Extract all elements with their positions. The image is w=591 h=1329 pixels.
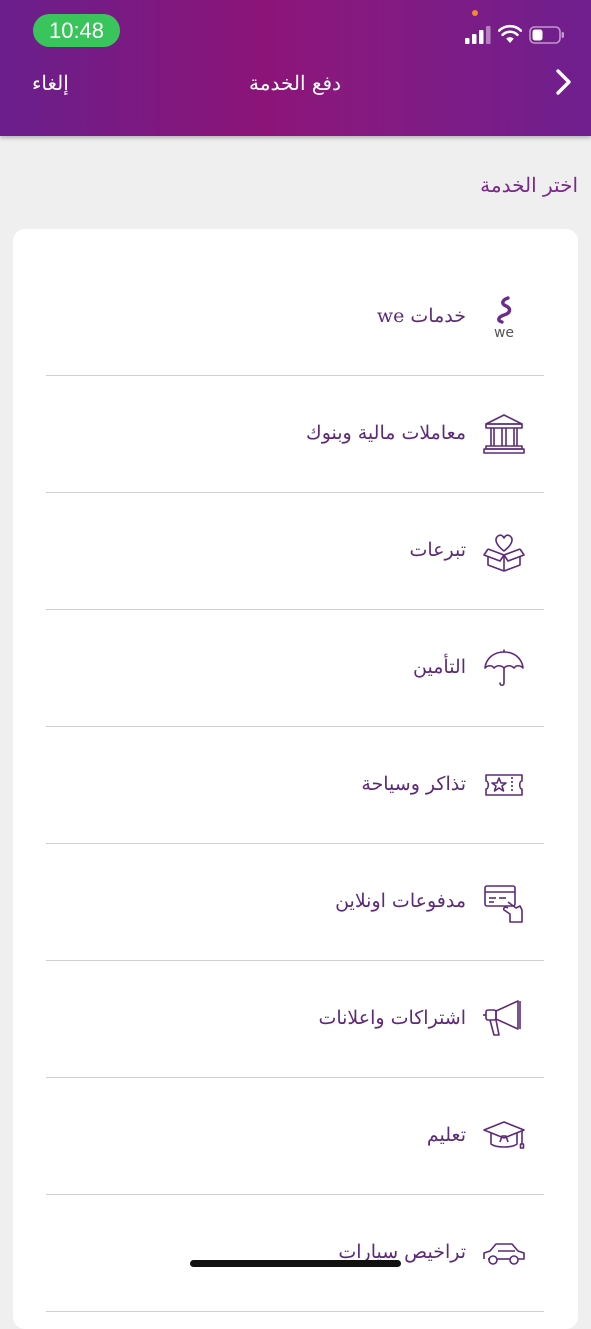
home-indicator <box>190 1260 401 1267</box>
car-icon <box>483 1243 525 1265</box>
service-item-insurance[interactable]: التأمين <box>46 610 544 727</box>
ticket-icon <box>485 774 523 796</box>
wifi-icon <box>498 24 522 43</box>
service-item-online-payments[interactable]: مدفوعات اونلاين <box>46 844 544 961</box>
we-logo-icon: we <box>494 296 514 339</box>
status-time: 10:48 <box>33 14 120 47</box>
service-label: معاملات مالية وبنوك <box>306 422 466 444</box>
services-list: we خدمات we معاملات مالية وبنوك تبرعات ا… <box>46 259 544 1312</box>
service-item-subscriptions[interactable]: اشتراكات واعلانات <box>46 961 544 1078</box>
service-label: خدمات we <box>376 305 466 327</box>
chevron-right-icon[interactable] <box>548 66 578 98</box>
svg-text:we: we <box>494 325 514 339</box>
cancel-button[interactable]: إلغاء <box>32 70 69 96</box>
app-header: 10:48 إلغاء دفع الخدمة <box>0 0 591 136</box>
card-payment-icon <box>484 885 523 923</box>
status-bar: 10:48 <box>0 0 591 60</box>
page-title: دفع الخدمة <box>249 71 341 95</box>
section-label: اختر الخدمة <box>480 173 578 197</box>
service-item-tickets[interactable]: تذاكر وسياحة <box>46 727 544 844</box>
service-item-car-licenses[interactable]: تراخيص سيارات <box>46 1195 544 1312</box>
privacy-indicator-dot <box>472 10 478 16</box>
megaphone-icon <box>483 1000 521 1036</box>
umbrella-icon <box>484 649 524 687</box>
services-card: we خدمات we معاملات مالية وبنوك تبرعات ا… <box>13 229 578 1329</box>
battery-icon <box>529 26 564 44</box>
service-label: اشتراكات واعلانات <box>318 1007 466 1029</box>
service-label: التأمين <box>413 656 466 678</box>
service-item-education[interactable]: تعليم <box>46 1078 544 1195</box>
service-item-donations[interactable]: تبرعات <box>46 493 544 610</box>
bank-icon <box>483 414 525 454</box>
service-item-we[interactable]: we خدمات we <box>46 259 544 376</box>
graduation-cap-icon <box>483 1121 525 1149</box>
navigation-bar: إلغاء دفع الخدمة <box>0 60 591 108</box>
cellular-signal-icon <box>465 26 491 44</box>
service-item-banking[interactable]: معاملات مالية وبنوك <box>46 376 544 493</box>
service-label: تعليم <box>426 1124 466 1146</box>
service-label: مدفوعات اونلاين <box>335 890 466 912</box>
donation-box-icon <box>483 534 525 572</box>
service-label: تبرعات <box>409 539 466 561</box>
service-label: تذاكر وسياحة <box>361 773 466 795</box>
